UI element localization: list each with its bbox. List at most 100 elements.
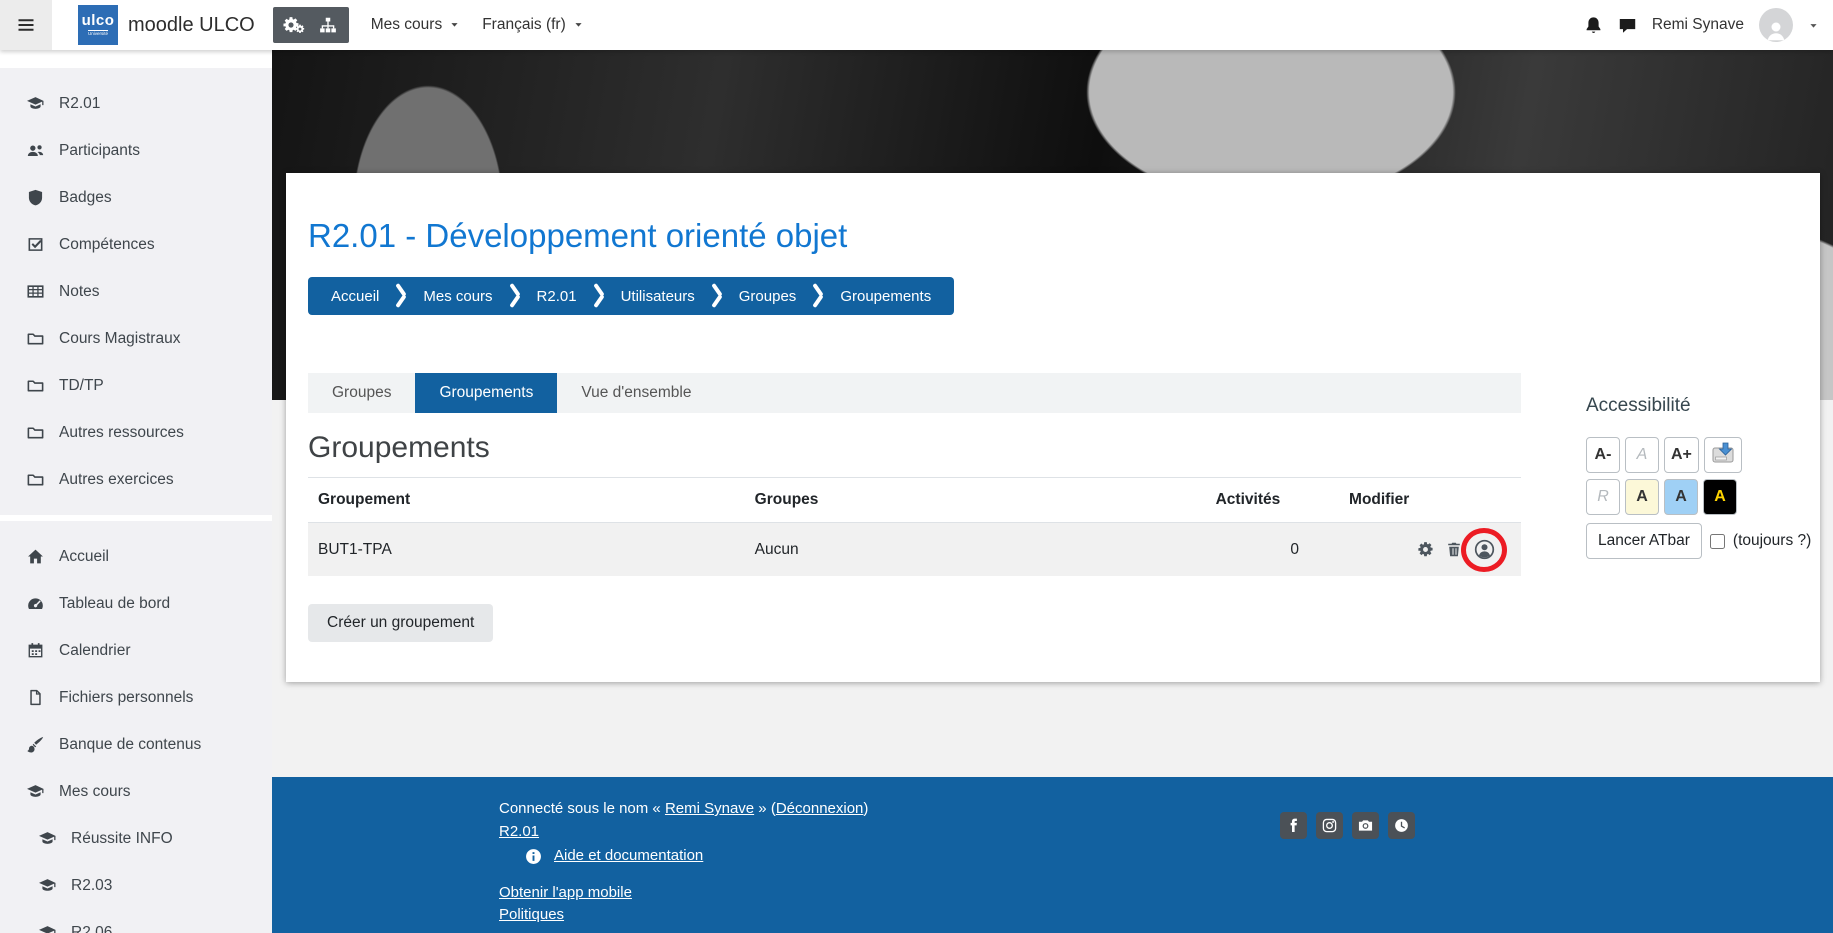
column-header-groupement: Groupement xyxy=(308,478,745,523)
sidebar-item-calendrier[interactable]: Calendrier xyxy=(0,627,272,674)
sidebar-item-label: Accueil xyxy=(59,548,109,566)
footer-course-link[interactable]: R2.01 xyxy=(499,823,539,840)
chevron-right-icon xyxy=(392,283,410,309)
launch-atbar-button[interactable]: Lancer ATbar xyxy=(1586,523,1702,559)
logout-link[interactable]: Déconnexion xyxy=(776,800,864,817)
footer-user-link[interactable]: Remi Synave xyxy=(665,800,754,817)
avatar[interactable] xyxy=(1759,8,1793,42)
menu-language[interactable]: Français (fr) xyxy=(482,16,584,34)
menu-mes-cours[interactable]: Mes cours xyxy=(371,16,461,34)
sidebar-item-autres-ressources[interactable]: Autres ressources xyxy=(0,409,272,456)
facebook-button[interactable] xyxy=(1280,812,1307,839)
sidebar-item-participants[interactable]: Participants xyxy=(0,127,272,174)
sidebar-item-r203[interactable]: R2.03 xyxy=(0,862,272,909)
sidebar-item-mes-cours[interactable]: Mes cours xyxy=(0,768,272,815)
login-info: Connecté sous le nom « Remi Synave » (Dé… xyxy=(499,798,1833,821)
breadcrumb-utilisateurs[interactable]: Utilisateurs xyxy=(608,288,708,305)
messages-button[interactable] xyxy=(1618,16,1637,35)
delete-grouping-button[interactable] xyxy=(1446,541,1462,558)
help-documentation-link[interactable]: Aide et documentation xyxy=(554,845,703,868)
sidebar-item-label: Autres exercices xyxy=(59,471,174,489)
groupings-table: Groupement Groupes Activités Modifier BU… xyxy=(308,477,1521,576)
sidebar-item-label: Mes cours xyxy=(59,783,131,801)
caret-down-icon xyxy=(449,16,460,34)
admin-gears-button[interactable] xyxy=(277,8,311,42)
caret-down-icon xyxy=(573,16,584,34)
sidebar-item-label: Badges xyxy=(59,189,112,207)
tab-vue-densemble[interactable]: Vue d'ensemble xyxy=(557,373,715,413)
breadcrumb-r201[interactable]: R2.01 xyxy=(524,288,590,305)
tab-bar: Groupes Groupements Vue d'ensemble xyxy=(308,373,1521,413)
sidebar-item-label: Calendrier xyxy=(59,642,131,660)
dashboard-icon xyxy=(26,595,45,613)
sidebar-toggle-button[interactable] xyxy=(0,0,52,50)
section-heading: Groupements xyxy=(308,431,1798,465)
graduation-cap-icon xyxy=(38,924,57,933)
sidebar-item-banque-de-contenus[interactable]: Banque de contenus xyxy=(0,721,272,768)
policies-link[interactable]: Politiques xyxy=(499,906,564,923)
instagram-button[interactable] xyxy=(1316,812,1343,839)
cell-activites: 0 xyxy=(1206,523,1339,577)
breadcrumb-mes-cours[interactable]: Mes cours xyxy=(410,288,505,305)
graduation-cap-icon xyxy=(38,877,57,895)
user-menu-button[interactable] xyxy=(1808,18,1819,33)
sidebar-item-label: R2.01 xyxy=(59,95,100,113)
sidebar-item-competences[interactable]: Compétences xyxy=(0,221,272,268)
logo-text: ulco xyxy=(82,13,115,28)
sidebar-item-tableau-de-bord[interactable]: Tableau de bord xyxy=(0,580,272,627)
login-info-mid: » ( xyxy=(754,800,776,817)
color-scheme-blue-button[interactable]: A xyxy=(1664,479,1698,515)
tab-groupes[interactable]: Groupes xyxy=(308,373,415,413)
admin-toolbox xyxy=(273,7,349,43)
sidebar-item-fichiers-personnels[interactable]: Fichiers personnels xyxy=(0,674,272,721)
font-decrease-button[interactable]: A- xyxy=(1586,437,1620,473)
login-info-suffix: ) xyxy=(863,800,868,817)
color-scheme-black-button[interactable]: A xyxy=(1703,479,1737,515)
table-icon xyxy=(26,283,45,301)
create-grouping-button[interactable]: Créer un groupement xyxy=(308,604,493,642)
save-settings-button[interactable] xyxy=(1704,437,1742,473)
sidebar-item-label: Participants xyxy=(59,142,140,160)
color-reset-button[interactable]: R xyxy=(1586,479,1620,515)
sidebar-item-label: R2.03 xyxy=(71,877,112,895)
sidebar-item-label: Autres ressources xyxy=(59,424,184,442)
sidebar-item-accueil[interactable]: Accueil xyxy=(0,533,272,580)
color-scheme-yellow-button[interactable]: A xyxy=(1625,479,1659,515)
globe-button[interactable] xyxy=(1388,812,1415,839)
sidebar-item-notes[interactable]: Notes xyxy=(0,268,272,315)
breadcrumb-groupements[interactable]: Groupements xyxy=(827,288,944,305)
gear-icon xyxy=(1417,541,1434,558)
chevron-right-icon xyxy=(809,283,827,309)
sidebar-item-td-tp[interactable]: TD/TP xyxy=(0,362,272,409)
breadcrumb-groupes[interactable]: Groupes xyxy=(726,288,810,305)
sidebar-item-cours-magistraux[interactable]: Cours Magistraux xyxy=(0,315,272,362)
camera-button[interactable] xyxy=(1352,812,1379,839)
nav-drawer: R2.01 Participants Badges Compétences No… xyxy=(0,50,272,933)
sidebar-item-reussite-info[interactable]: Réussite INFO xyxy=(0,815,272,862)
sidebar-item-label: Notes xyxy=(59,283,100,301)
chevron-right-icon xyxy=(590,283,608,309)
sidebar-item-autres-exercices[interactable]: Autres exercices xyxy=(0,456,272,503)
admin-sitemap-button[interactable] xyxy=(311,8,345,42)
column-header-modifier: Modifier xyxy=(1339,478,1521,523)
caret-down-icon xyxy=(1808,18,1819,33)
column-header-groupes: Groupes xyxy=(745,478,1206,523)
font-reset-button[interactable]: A xyxy=(1625,437,1659,473)
sidebar-item-r201[interactable]: R2.01 xyxy=(0,80,272,127)
sidebar-item-label: Fichiers personnels xyxy=(59,689,193,707)
user-circle-icon xyxy=(1474,539,1495,560)
tab-groupements[interactable]: Groupements xyxy=(415,373,557,413)
ulco-logo[interactable]: ulco Université xyxy=(78,5,118,45)
menu-mes-cours-label: Mes cours xyxy=(371,16,443,34)
mobile-app-link[interactable]: Obtenir l'app mobile xyxy=(499,884,632,901)
breadcrumb-accueil[interactable]: Accueil xyxy=(318,288,392,305)
notifications-button[interactable] xyxy=(1584,16,1603,35)
sidebar-item-label: Compétences xyxy=(59,236,155,254)
atbar-always-checkbox[interactable] xyxy=(1710,534,1725,549)
sidebar-item-r206[interactable]: R2.06 xyxy=(0,909,272,933)
cell-modifier xyxy=(1339,523,1521,577)
sidebar-item-badges[interactable]: Badges xyxy=(0,174,272,221)
font-increase-button[interactable]: A+ xyxy=(1664,437,1699,473)
edit-grouping-button[interactable] xyxy=(1417,541,1434,558)
show-members-button[interactable] xyxy=(1474,539,1495,560)
